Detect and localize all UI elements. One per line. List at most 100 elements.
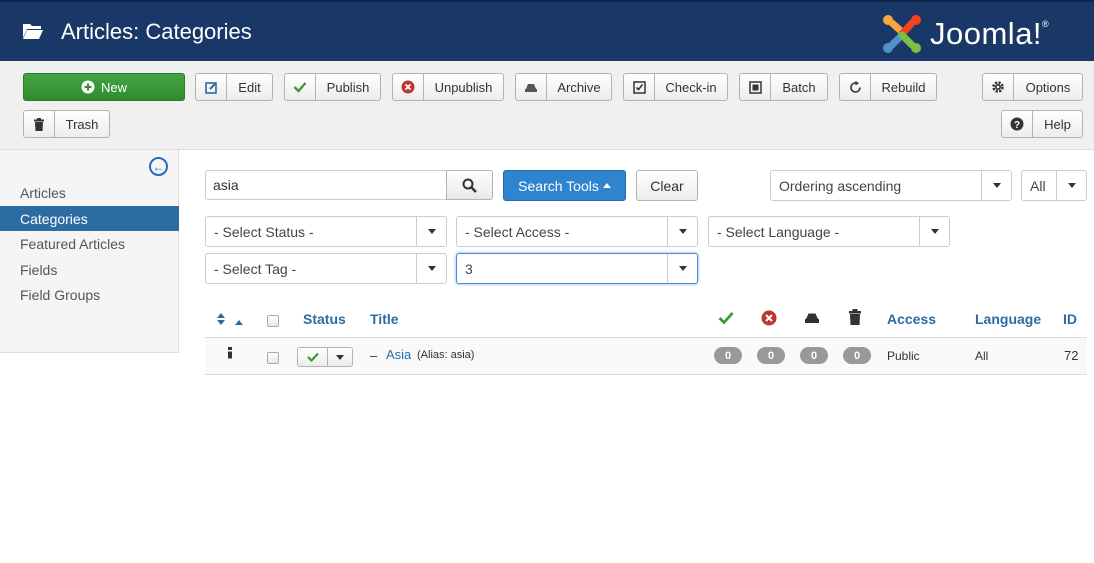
page-title: Articles: Categories — [61, 19, 252, 44]
joomla-logo[interactable]: Joomla! ® — [880, 12, 1049, 56]
select-all-checkbox[interactable] — [267, 315, 279, 327]
column-access[interactable]: Access — [887, 311, 936, 327]
rebuild-button[interactable]: Rebuild — [839, 73, 937, 101]
svg-text:?: ? — [1014, 120, 1020, 131]
row-checkbox[interactable] — [267, 352, 279, 364]
archived-count-badge[interactable]: 0 — [800, 347, 828, 364]
sort-ascending-icon[interactable] — [234, 314, 244, 329]
sidebar-item-categories[interactable]: Categories — [0, 206, 179, 231]
status-filter-select[interactable]: - Select Status - — [205, 216, 447, 247]
gear-icon — [983, 74, 1014, 100]
edit-button[interactable]: Edit — [195, 73, 273, 101]
published-check-icon[interactable] — [298, 348, 328, 366]
search-button[interactable] — [446, 170, 493, 200]
new-button[interactable]: New — [23, 73, 185, 101]
chevron-down-icon — [919, 217, 949, 246]
column-published-check-icon[interactable] — [718, 311, 734, 328]
drag-handle-icon[interactable] — [227, 347, 233, 362]
checkin-label: Check-in — [665, 79, 717, 95]
language-filter-value: - Select Language - — [717, 223, 840, 240]
chevron-down-icon — [416, 254, 446, 283]
column-language[interactable]: Language — [975, 311, 1041, 327]
chevron-down-icon — [416, 217, 446, 246]
plus-circle-icon — [81, 80, 95, 94]
page-header: Articles: Categories Joomla! ® — [0, 0, 1094, 61]
options-label: Options — [1025, 79, 1071, 95]
search-icon — [462, 178, 477, 193]
square-icon — [740, 74, 771, 100]
batch-label: Batch — [782, 79, 816, 95]
trash-button[interactable]: Trash — [23, 110, 110, 138]
column-status[interactable]: Status — [303, 311, 346, 327]
trash-label: Trash — [65, 116, 99, 132]
published-count-badge[interactable]: 0 — [714, 347, 742, 364]
sort-ordering-icon[interactable] — [216, 312, 226, 329]
list-limit-value: All — [1030, 177, 1046, 194]
access-filter-value: - Select Access - — [465, 223, 570, 240]
language-value: All — [975, 349, 989, 363]
status-filter-value: - Select Status - — [214, 223, 314, 240]
language-filter-select[interactable]: - Select Language - — [708, 216, 950, 247]
search-tools-button[interactable]: Search Tools — [503, 170, 626, 201]
logo-text: Joomla! — [930, 16, 1043, 51]
column-unpublished-cross-icon[interactable] — [761, 310, 777, 329]
edit-icon — [196, 74, 227, 100]
level-filter-select[interactable]: 3 — [456, 253, 698, 284]
sidebar-item-articles[interactable]: Articles — [0, 180, 179, 205]
new-button-content: New — [24, 74, 184, 100]
options-button[interactable]: Options — [982, 73, 1083, 101]
sidebar-item-field-groups[interactable]: Field Groups — [0, 282, 179, 307]
checkbox-checked-icon — [624, 74, 655, 100]
access-filter-select[interactable]: - Select Access - — [456, 216, 698, 247]
folder-open-icon — [22, 22, 44, 43]
publish-label: Publish — [326, 79, 370, 95]
archive-button[interactable]: Archive — [515, 73, 612, 101]
check-icon — [285, 74, 316, 100]
status-toggle[interactable] — [297, 347, 353, 367]
access-value: Public — [887, 349, 920, 363]
unpublish-label: Unpublish — [434, 79, 493, 95]
archive-icon — [516, 74, 547, 100]
collapse-sidebar-icon[interactable]: ← — [149, 157, 168, 176]
column-trashed-icon[interactable] — [848, 309, 862, 328]
sidebar-item-featured-articles[interactable]: Featured Articles — [0, 231, 179, 256]
joomla-logo-icon — [883, 15, 921, 53]
new-button-label: New — [100, 79, 127, 95]
trashed-count-badge[interactable]: 0 — [843, 347, 871, 364]
archive-label: Archive — [557, 79, 601, 95]
refresh-icon — [840, 74, 871, 100]
cross-circle-icon — [393, 74, 424, 100]
logo-registered-mark: ® — [1042, 19, 1049, 29]
clear-button[interactable]: Clear — [636, 170, 698, 201]
batch-button[interactable]: Batch — [739, 73, 828, 101]
publish-button[interactable]: Publish — [284, 73, 381, 101]
level-prefix: – — [370, 348, 378, 363]
category-alias: (Alias: asia) — [417, 349, 475, 361]
toolbar: New Edit Publish Unpublish Archive Check… — [0, 61, 1094, 150]
ordering-value: Ordering ascending — [779, 177, 902, 194]
chevron-down-icon — [1056, 171, 1086, 200]
column-title[interactable]: Title — [370, 311, 399, 327]
search-input[interactable]: asia — [205, 170, 447, 200]
tag-filter-select[interactable]: - Select Tag - — [205, 253, 447, 284]
column-archived-icon[interactable] — [804, 312, 820, 327]
unpublish-button[interactable]: Unpublish — [392, 73, 504, 101]
category-title-link[interactable]: Asia — [386, 347, 411, 362]
ordering-select[interactable]: Ordering ascending — [770, 170, 1012, 201]
column-id[interactable]: ID — [1063, 311, 1077, 327]
sidebar: ← Articles Categories Featured Articles … — [0, 150, 179, 353]
chevron-down-icon — [667, 254, 697, 283]
rebuild-label: Rebuild — [881, 79, 926, 95]
chevron-down-icon — [981, 171, 1011, 200]
help-icon: ? — [1002, 111, 1033, 137]
help-button[interactable]: ? Help — [1001, 110, 1083, 138]
status-dropdown-chevron-icon[interactable] — [328, 348, 352, 366]
search-tools-label: Search Tools — [518, 177, 599, 194]
id-value: 72 — [1064, 348, 1079, 363]
checkin-button[interactable]: Check-in — [623, 73, 728, 101]
edit-label: Edit — [238, 79, 261, 95]
sidebar-item-fields[interactable]: Fields — [0, 257, 179, 282]
help-label: Help — [1044, 116, 1071, 132]
unpublished-count-badge[interactable]: 0 — [757, 347, 785, 364]
list-limit-select[interactable]: All — [1021, 170, 1087, 201]
